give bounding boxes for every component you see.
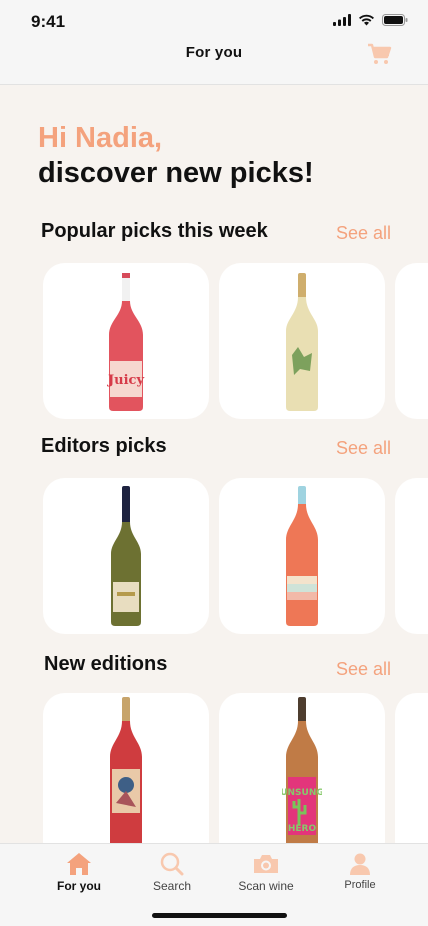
wine-bottle-image: Juicy [107,273,144,411]
home-icon [67,853,91,875]
new-editions-row[interactable]: UNSUNG HERO [0,693,428,843]
wine-card[interactable]: UNSUNG HERO [219,693,385,843]
profile-icon [350,853,370,875]
signal-icon [333,14,351,26]
wine-card[interactable] [395,478,428,634]
search-icon [160,852,184,876]
status-bar: 9:41 [0,0,428,44]
wine-card[interactable] [219,478,385,634]
wine-card[interactable]: Juicy [43,263,209,419]
wine-card[interactable] [43,693,209,843]
see-all-new-editions-button[interactable]: See all [336,659,391,680]
bottle-label-unsung: UNSUNG [282,788,322,798]
tab-profile[interactable]: Profile [315,852,405,891]
status-icons [333,14,408,26]
page-title: For you [185,44,243,61]
battery-icon [382,14,408,26]
wine-card[interactable] [43,478,209,634]
wifi-icon [359,14,374,26]
greeting-subtitle: discover new picks! [38,157,314,189]
bottle-label-hero: HERO [288,824,317,834]
wine-card[interactable] [395,693,428,843]
popular-picks-row[interactable]: Juicy [0,263,428,423]
status-time: 9:41 [31,12,66,31]
camera-icon [254,855,278,873]
cart-icon[interactable] [366,41,392,67]
tab-label: For you [57,879,101,893]
wine-card[interactable] [395,263,428,419]
greeting-name: Hi Nadia, [38,122,163,154]
tab-label: Profile [344,879,376,891]
see-all-editors-button[interactable]: See all [336,438,391,459]
section-title-popular: Popular picks this week [41,220,268,242]
tab-scan-wine[interactable]: Scan wine [221,852,311,893]
wine-bottle-image: UNSUNG HERO [282,697,322,843]
editors-picks-row[interactable] [0,478,428,638]
wine-bottle-image [286,486,318,626]
tab-label: Search [152,879,192,893]
bottle-label-juicy: Juicy [107,373,144,388]
tab-for-you[interactable]: For you [34,852,124,893]
top-navigation-bar: 9:41 For you [0,0,428,85]
home-indicator [152,913,287,918]
see-all-popular-button[interactable]: See all [336,223,391,244]
tab-search[interactable]: Search [127,852,217,893]
section-title-editors: Editors picks [41,435,167,457]
wine-bottle-image [111,486,141,626]
section-title-new-editions: New editions [44,653,168,675]
wine-bottle-image [286,273,318,411]
wine-card[interactable] [219,263,385,419]
tab-label: Scan wine [238,879,294,893]
bottom-tab-bar: For you Search Scan wine Profile [0,843,428,926]
greeting: Hi Nadia, discover new picks! [38,121,314,191]
wine-bottle-image [110,697,142,843]
